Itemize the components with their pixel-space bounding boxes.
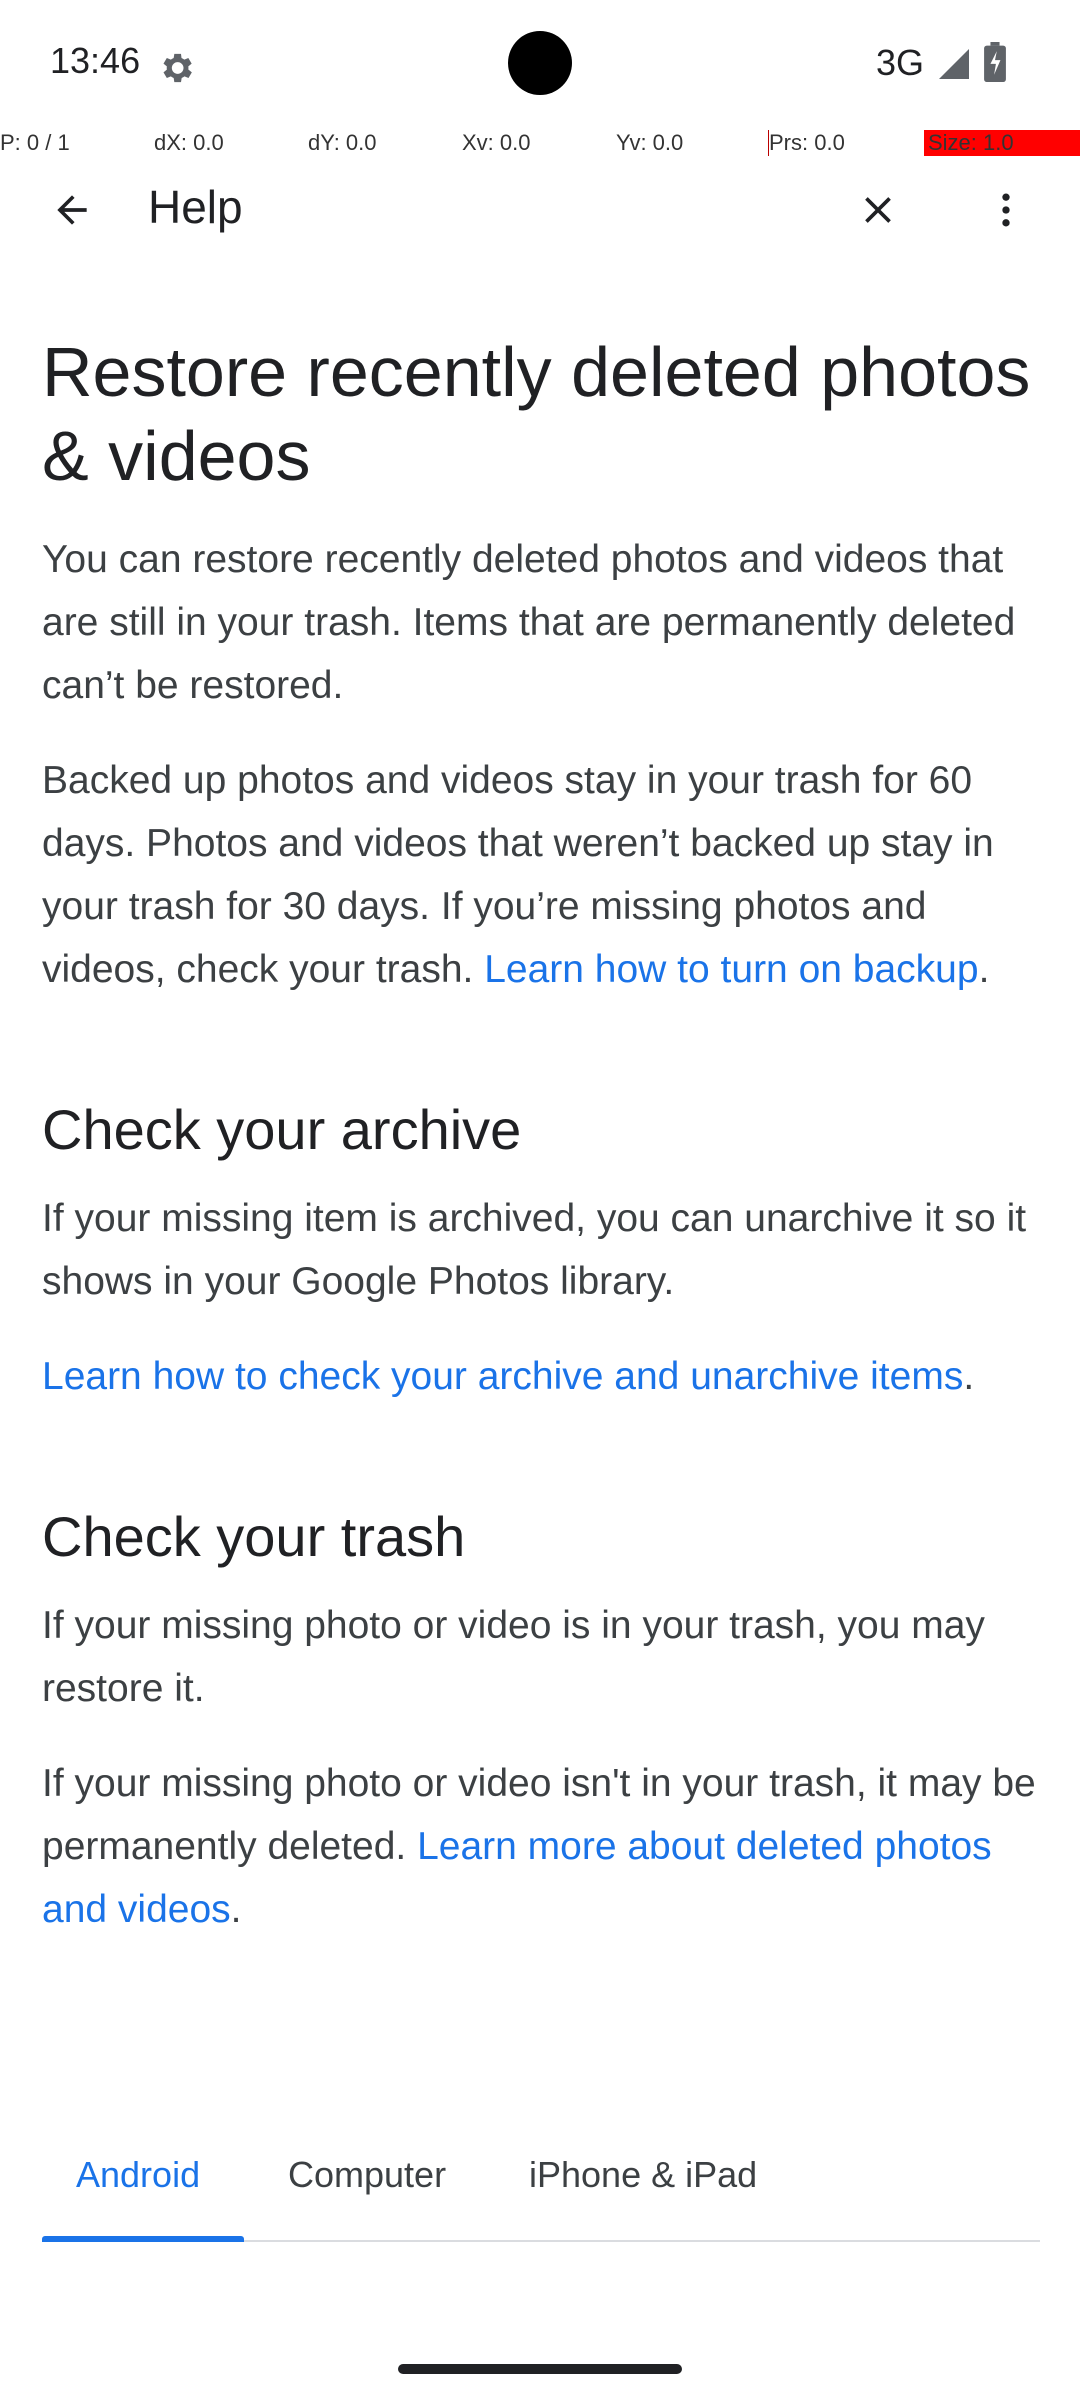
period: .: [963, 1355, 975, 1398]
article-title: Restore recently deleted photos & videos: [42, 333, 1031, 495]
article-content: Restore recently deleted photos & videos…: [42, 330, 1042, 1941]
debug-dy: dY: 0.0: [308, 130, 377, 155]
archive-heading: Check your archive: [42, 1098, 522, 1161]
status-bar: 13:46 3G: [0, 0, 1080, 128]
archive-link-paragraph: Learn how to check your archive and unar…: [42, 1345, 1042, 1408]
check-archive-link[interactable]: Learn how to check your archive and unar…: [42, 1355, 963, 1398]
tab-computer[interactable]: Computer: [288, 2154, 446, 2196]
debug-prs: Prs: 0.0: [768, 130, 845, 156]
close-button[interactable]: [842, 174, 914, 246]
debug-pointer: P: 0 / 1: [0, 130, 70, 155]
debug-yv: Yv: 0.0: [616, 130, 684, 155]
camera-cutout: [508, 31, 572, 95]
backup-paragraph: Backed up photos and videos stay in your…: [42, 749, 1042, 1001]
status-time: 13:46: [50, 40, 141, 81]
pointer-debug-overlay: P: 0 / 1 dX: 0.0 dY: 0.0 Xv: 0.0 Yv: 0.0…: [0, 128, 1080, 160]
platform-tabs: Android Computer iPhone & iPad: [42, 2130, 1040, 2242]
turn-on-backup-link[interactable]: Learn how to turn on backup: [484, 948, 978, 991]
settings-gear-icon: [163, 53, 192, 83]
more-vert-icon: [1002, 193, 1010, 227]
debug-xv: Xv: 0.0: [462, 130, 531, 155]
trash-paragraph-2: If your missing photo or video isn't in …: [42, 1752, 1042, 1941]
debug-size: Size: 1.0: [924, 130, 1080, 156]
debug-dx: dX: 0.0: [154, 130, 224, 155]
trash-heading: Check your trash: [42, 1505, 466, 1568]
period: .: [230, 1888, 242, 1931]
trash-paragraph-1: If your missing photo or video is in you…: [42, 1604, 985, 1710]
intro-paragraph: You can restore recently deleted photos …: [42, 538, 1016, 707]
back-arrow-icon: [57, 195, 87, 225]
battery-icon: [984, 42, 1006, 82]
signal-icon: [939, 49, 969, 79]
tab-iphone-ipad[interactable]: iPhone & iPad: [529, 2154, 757, 2196]
active-tab-indicator: [42, 2236, 244, 2242]
more-options-button[interactable]: [970, 174, 1042, 246]
close-icon: [865, 197, 891, 223]
tab-android[interactable]: Android: [76, 2154, 200, 2196]
gesture-nav-handle[interactable]: [398, 2364, 682, 2374]
app-bar-title: Help: [148, 181, 243, 233]
period: .: [978, 948, 990, 991]
back-button[interactable]: [36, 174, 108, 246]
network-type: 3G: [876, 42, 925, 83]
archive-paragraph: If your missing item is archived, you ca…: [42, 1197, 1027, 1303]
